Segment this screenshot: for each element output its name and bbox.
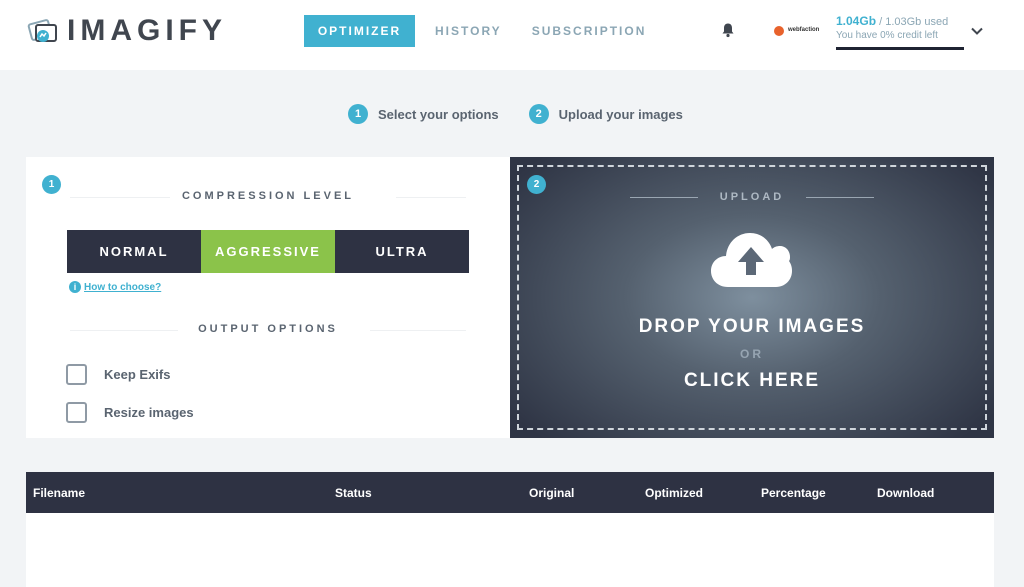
upload-dropzone[interactable]: 2 UPLOAD DROP YOUR IMAGES OR CLICK HERE: [510, 157, 994, 438]
compression-title-text: COMPRESSION LEVEL: [181, 190, 355, 202]
col-original: Original: [529, 486, 575, 500]
brand-logo-icon: [774, 26, 784, 36]
account-summary[interactable]: webfaction 1.04Gb / 1.03Gb used You have…: [774, 14, 964, 50]
upload-title-text: UPLOAD: [719, 191, 785, 203]
divider: [70, 330, 178, 331]
col-filename: Filename: [33, 486, 86, 500]
divider: [370, 330, 466, 331]
results-table: Filename Status Original Optimized Perce…: [26, 472, 994, 587]
level-normal-button[interactable]: NORMAL: [67, 230, 201, 273]
output-title-text: OUTPUT OPTIONS: [198, 323, 338, 335]
drop-images-text: DROP YOUR IMAGES: [638, 316, 866, 337]
cloud-upload-icon: [711, 233, 792, 287]
quota-total: / 1.03Gb used: [876, 16, 949, 28]
brand-name: webfaction: [788, 27, 820, 33]
divider: [70, 197, 170, 198]
step-label: Upload your images: [558, 106, 683, 122]
or-text: OR: [740, 347, 764, 361]
step-select-options: 1 Select your options: [348, 104, 499, 124]
divider: [806, 197, 874, 198]
col-optimized: Optimized: [645, 486, 704, 500]
how-to-choose-link[interactable]: How to choose?: [84, 282, 161, 293]
compression-level-selector: NORMAL AGGRESSIVE ULTRA: [67, 230, 469, 273]
bell-icon[interactable]: [720, 22, 736, 38]
keep-exifs-label: Keep Exifs: [104, 367, 171, 382]
nav-subscription[interactable]: SUBSCRIPTION: [520, 15, 659, 47]
keep-exifs-option: Keep Exifs: [66, 364, 170, 385]
quota-usage: 1.04Gb / 1.03Gb used: [836, 14, 964, 28]
credit-bar: [836, 47, 964, 50]
step-upload-images: 2 Upload your images: [528, 104, 683, 124]
logo-text: IMAGIFY: [67, 14, 227, 47]
credit-text: You have 0% credit left: [836, 30, 938, 41]
nav-history[interactable]: HISTORY: [423, 15, 514, 47]
step-number: 1: [348, 104, 368, 124]
upload-title: UPLOAD: [510, 191, 994, 203]
level-ultra-button[interactable]: ULTRA: [335, 230, 469, 273]
keep-exifs-checkbox[interactable]: [66, 364, 87, 385]
step-label: Select your options: [378, 106, 499, 122]
click-here-text: CLICK HERE: [683, 370, 821, 391]
options-panel: 1 COMPRESSION LEVEL NORMAL AGGRESSIVE UL…: [26, 157, 510, 438]
col-status: Status: [335, 486, 372, 500]
steps-indicator: 1 Select your options 2 Upload your imag…: [348, 104, 713, 124]
info-icon: i: [69, 281, 81, 293]
col-download: Download: [877, 486, 935, 500]
output-options-title: OUTPUT OPTIONS: [70, 323, 466, 335]
top-bar: IMAGIFY OPTIMIZER HISTORY SUBSCRIPTION w…: [0, 0, 1024, 70]
logo-icon: [27, 19, 57, 42]
how-to-choose: i How to choose?: [69, 281, 161, 293]
resize-images-checkbox[interactable]: [66, 402, 87, 423]
step-number: 2: [528, 104, 549, 124]
divider: [396, 197, 466, 198]
main-nav: OPTIMIZER HISTORY SUBSCRIPTION: [304, 15, 658, 47]
quota-info: 1.04Gb / 1.03Gb used You have 0% credit …: [836, 14, 964, 50]
quota-used: 1.04Gb: [836, 14, 877, 28]
nav-optimizer[interactable]: OPTIMIZER: [304, 15, 415, 47]
resize-images-option: Resize images: [66, 402, 194, 423]
level-aggressive-button[interactable]: AGGRESSIVE: [201, 230, 335, 273]
logo[interactable]: IMAGIFY: [27, 14, 227, 48]
resize-images-label: Resize images: [104, 405, 194, 420]
col-percentage: Percentage: [761, 486, 826, 500]
table-header: Filename Status Original Optimized Perce…: [26, 472, 994, 513]
chevron-down-icon[interactable]: [970, 24, 984, 38]
compression-level-title: COMPRESSION LEVEL: [70, 190, 466, 202]
options-step-badge: 1: [42, 175, 61, 194]
divider: [630, 197, 698, 198]
